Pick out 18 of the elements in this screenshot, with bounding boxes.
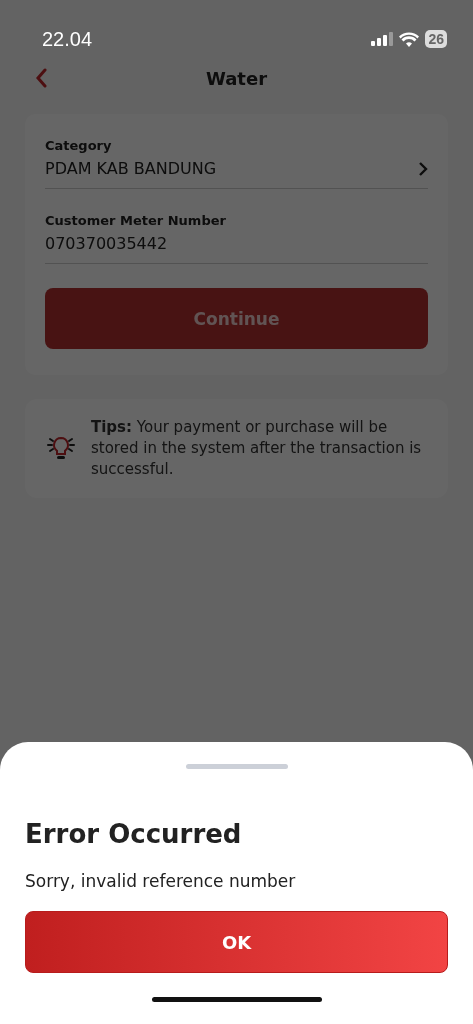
chevron-right-icon <box>418 160 428 177</box>
wifi-icon <box>399 31 420 47</box>
field-value: 070370035442 <box>45 234 168 253</box>
ok-button[interactable]: OK <box>25 911 448 973</box>
field-label: Customer Meter Number <box>45 213 227 228</box>
field-value: PDAM KAB BANDUNG <box>45 159 217 178</box>
signal-icon <box>371 32 394 46</box>
battery-icon: 26 <box>425 30 447 48</box>
field-label: Category <box>45 138 113 153</box>
dialog-message: Sorry, invalid reference number <box>25 871 297 891</box>
status-time: 22.04 <box>42 27 93 51</box>
tips-text: Tips: Your payment or purchase will be stored in the system after the transaction is successful. <box>91 417 423 480</box>
back-icon[interactable] <box>35 68 47 88</box>
sheet-handle[interactable] <box>185 764 288 769</box>
dialog-title: Error Occurred <box>25 819 243 849</box>
category-select[interactable]: Category PDAM KAB BANDUNG <box>45 138 428 189</box>
meter-number-field[interactable]: Customer Meter Number 070370035442 <box>45 213 428 264</box>
page-title: Water <box>205 67 268 89</box>
